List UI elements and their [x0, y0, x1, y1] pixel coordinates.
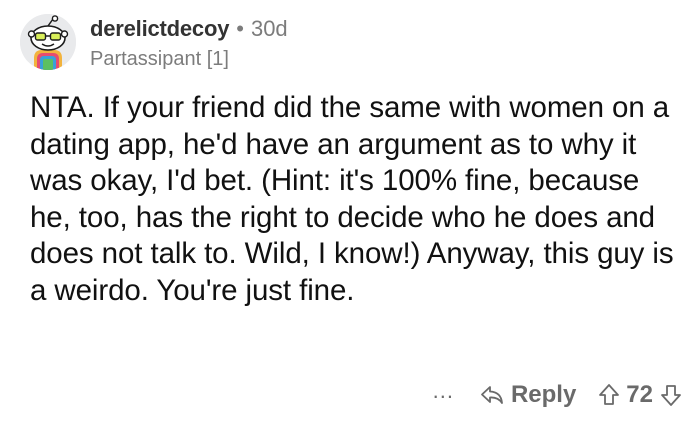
- more-options-button[interactable]: ...: [433, 378, 454, 404]
- meta-separator: •: [236, 16, 244, 41]
- comment-text: NTA. If your friend did the same with wo…: [30, 91, 674, 307]
- comment: derelictdecoy • 30d Partassipant [1] NTA…: [0, 0, 700, 422]
- comment-age: 30d: [250, 16, 288, 41]
- comment-header: derelictdecoy • 30d Partassipant [1]: [90, 14, 288, 72]
- reply-label: Reply: [510, 381, 577, 408]
- comment-body: NTA. If your friend did the same with wo…: [30, 90, 680, 310]
- vote-score: 72: [626, 381, 653, 408]
- comment-actions: ... Reply 72: [433, 375, 682, 415]
- downvote-arrow-icon[interactable]: [660, 383, 682, 407]
- upvote-arrow-icon[interactable]: [598, 383, 620, 407]
- reply-button[interactable]: Reply: [480, 381, 576, 409]
- reply-arrow-icon: [480, 384, 504, 406]
- snoo-avatar-icon: [20, 14, 76, 70]
- user-flair: Partassipant [1]: [90, 48, 229, 70]
- username-row: derelictdecoy • 30d: [90, 14, 288, 44]
- user-avatar[interactable]: [20, 14, 76, 70]
- username-link[interactable]: derelictdecoy: [90, 18, 229, 40]
